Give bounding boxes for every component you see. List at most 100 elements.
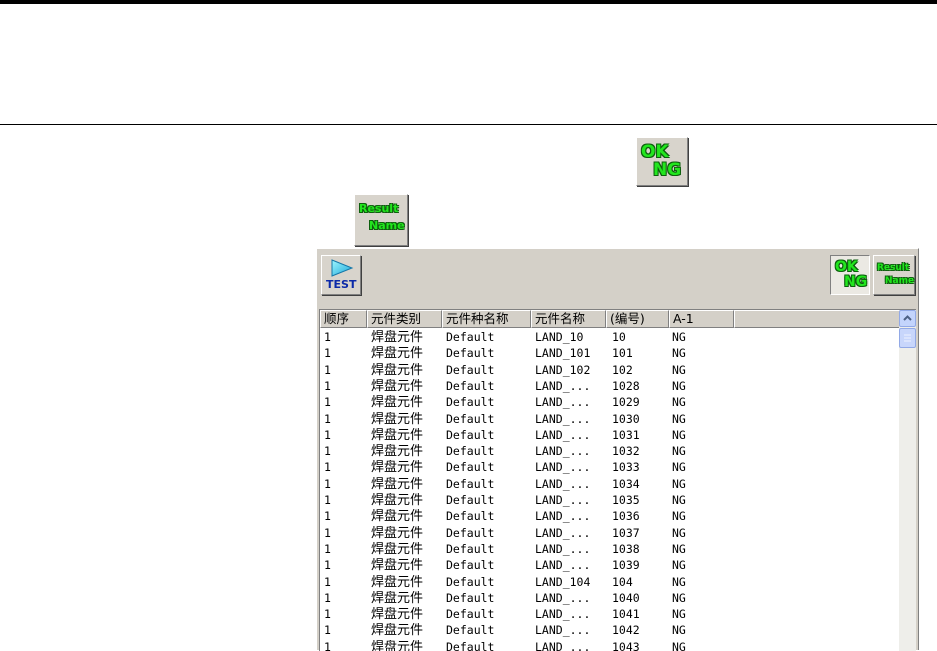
- column-header-number[interactable]: (编号): [606, 310, 669, 328]
- cell-part-name: LAND_...: [535, 444, 591, 459]
- table-row[interactable]: 1 焊盘元件 Default LAND_... 1042 NG: [320, 623, 900, 639]
- cell-part-name: LAND_102: [535, 362, 591, 377]
- cell-order: 1: [324, 444, 331, 459]
- table-row[interactable]: 1 焊盘元件 Default LAND_... 1035 NG: [320, 493, 900, 509]
- cell-part-name: LAND_...: [535, 427, 591, 442]
- table-row[interactable]: 1 焊盘元件 Default LAND_... 1034 NG: [320, 477, 900, 493]
- table-row[interactable]: 1 焊盘元件 Default LAND_... 1041 NG: [320, 607, 900, 623]
- cell-order: 1: [324, 330, 331, 344]
- cell-part-name: LAND_101: [535, 346, 591, 361]
- table-row[interactable]: 1 焊盘元件 Default LAND_... 1043 NG: [320, 640, 900, 651]
- cell-order: 1: [324, 558, 331, 573]
- cell-part-name: LAND_...: [535, 525, 591, 540]
- table-row[interactable]: 1 焊盘元件 Default LAND_101 101 NG: [320, 346, 900, 362]
- ok-ng-toggle[interactable]: OK NG: [830, 255, 870, 295]
- table-row[interactable]: 1 焊盘元件 Default LAND_... 1037 NG: [320, 526, 900, 542]
- cell-a1-result: NG: [672, 362, 686, 377]
- cell-order: 1: [324, 541, 331, 556]
- cell-a1-result: NG: [672, 476, 686, 491]
- ok-ng-toggle-line2: NG: [844, 274, 868, 290]
- table-row[interactable]: 1 焊盘元件 Default LAND_104 104 NG: [320, 575, 900, 591]
- cell-part-name: LAND_...: [535, 493, 591, 507]
- scroll-thumb[interactable]: [899, 328, 916, 348]
- cell-part-name: LAND_...: [535, 541, 591, 556]
- table-row[interactable]: 1 焊盘元件 Default LAND_... 1031 NG: [320, 428, 900, 444]
- cell-part-kind-name: Default: [446, 444, 495, 459]
- application-window: TEST OK NG Result Name 顺序 元件类别 元件种名称 元件名…: [316, 248, 919, 651]
- ok-ng-icon[interactable]: OK NG: [636, 137, 688, 186]
- result-name-line1: Result: [359, 202, 399, 215]
- section-divider: [0, 124, 937, 125]
- cell-part-kind-name: Default: [446, 476, 495, 491]
- cell-number: 1032: [612, 444, 640, 459]
- column-header-part-kind-name[interactable]: 元件种名称: [442, 310, 531, 328]
- cell-number: 1028: [612, 378, 640, 393]
- cell-part-kind-name: Default: [446, 623, 495, 638]
- table-row[interactable]: 1 焊盘元件 Default LAND_... 1032 NG: [320, 444, 900, 460]
- cell-number: 102: [612, 362, 633, 377]
- cell-order: 1: [324, 574, 331, 589]
- cell-a1-result: NG: [672, 346, 686, 361]
- cell-number: 104: [612, 574, 633, 589]
- cell-part-name: LAND_...: [535, 623, 591, 638]
- cell-part-type: 焊盘元件: [371, 590, 424, 606]
- column-header-part-type[interactable]: 元件类别: [367, 310, 442, 328]
- cell-part-kind-name: Default: [446, 607, 495, 622]
- cell-part-type: 焊盘元件: [371, 444, 424, 460]
- result-name-icon[interactable]: Result Name: [354, 194, 408, 246]
- table-row[interactable]: 1 焊盘元件 Default LAND_... 1040 NG: [320, 591, 900, 607]
- cell-order: 1: [324, 493, 331, 507]
- cell-a1-result: NG: [672, 493, 686, 507]
- table-row[interactable]: 1 焊盘元件 Default LAND_... 1038 NG: [320, 542, 900, 558]
- cell-part-kind-name: Default: [446, 460, 495, 475]
- cell-part-type: 焊盘元件: [371, 395, 424, 411]
- test-label: TEST: [326, 278, 357, 291]
- test-button[interactable]: TEST: [321, 255, 361, 295]
- table-row[interactable]: 1 焊盘元件 Default LAND_... 1036 NG: [320, 509, 900, 525]
- cell-part-name: LAND_...: [535, 411, 591, 426]
- cell-part-name: LAND_...: [535, 607, 591, 622]
- cell-number: 1029: [612, 395, 640, 410]
- table-row[interactable]: 1 焊盘元件 Default LAND_... 1028 NG: [320, 379, 900, 395]
- cell-a1-result: NG: [672, 639, 686, 651]
- cell-a1-result: NG: [672, 330, 686, 344]
- cell-number: 1036: [612, 509, 640, 524]
- cell-part-name: LAND_10: [535, 330, 584, 344]
- cell-part-type: 焊盘元件: [371, 558, 424, 574]
- table-row[interactable]: 1 焊盘元件 Default LAND_10 10 NG: [320, 330, 900, 346]
- table-row[interactable]: 1 焊盘元件 Default LAND_... 1039 NG: [320, 558, 900, 574]
- scroll-up-button[interactable]: [899, 310, 916, 327]
- table-row[interactable]: 1 焊盘元件 Default LAND_... 1033 NG: [320, 460, 900, 476]
- cell-number: 10: [612, 330, 626, 344]
- cell-part-name: LAND_104: [535, 574, 591, 589]
- column-header-part-name[interactable]: 元件名称: [531, 310, 606, 328]
- cell-order: 1: [324, 590, 331, 605]
- table-row[interactable]: 1 焊盘元件 Default LAND_... 1030 NG: [320, 412, 900, 428]
- cell-part-name: LAND_...: [535, 395, 591, 410]
- cell-number: 1034: [612, 476, 640, 491]
- table-row[interactable]: 1 焊盘元件 Default LAND_102 102 NG: [320, 363, 900, 379]
- cell-order: 1: [324, 607, 331, 622]
- results-list[interactable]: 顺序 元件类别 元件种名称 元件名称 (编号) A-1 1 焊盘元件 Default…: [319, 309, 916, 651]
- cell-number: 1039: [612, 558, 640, 573]
- column-header-order[interactable]: 顺序: [320, 310, 367, 328]
- cell-part-name: LAND_...: [535, 590, 591, 605]
- vertical-scrollbar[interactable]: [899, 310, 916, 651]
- result-name-button[interactable]: Result Name: [873, 255, 915, 295]
- cell-part-kind-name: Default: [446, 639, 495, 651]
- cell-order: 1: [324, 460, 331, 475]
- cell-order: 1: [324, 623, 331, 638]
- cell-part-kind-name: Default: [446, 509, 495, 524]
- cell-part-type: 焊盘元件: [371, 493, 424, 508]
- cell-a1-result: NG: [672, 378, 686, 393]
- column-header-a1[interactable]: A-1: [669, 310, 734, 328]
- cell-part-type: 焊盘元件: [371, 476, 424, 492]
- cell-order: 1: [324, 427, 331, 442]
- cell-number: 1041: [612, 607, 640, 622]
- cell-part-type: 焊盘元件: [371, 541, 424, 557]
- table-row[interactable]: 1 焊盘元件 Default LAND_... 1029 NG: [320, 395, 900, 411]
- cell-order: 1: [324, 476, 331, 491]
- cell-number: 1030: [612, 411, 640, 426]
- cell-part-kind-name: Default: [446, 378, 495, 393]
- chevron-up-icon: [903, 315, 912, 321]
